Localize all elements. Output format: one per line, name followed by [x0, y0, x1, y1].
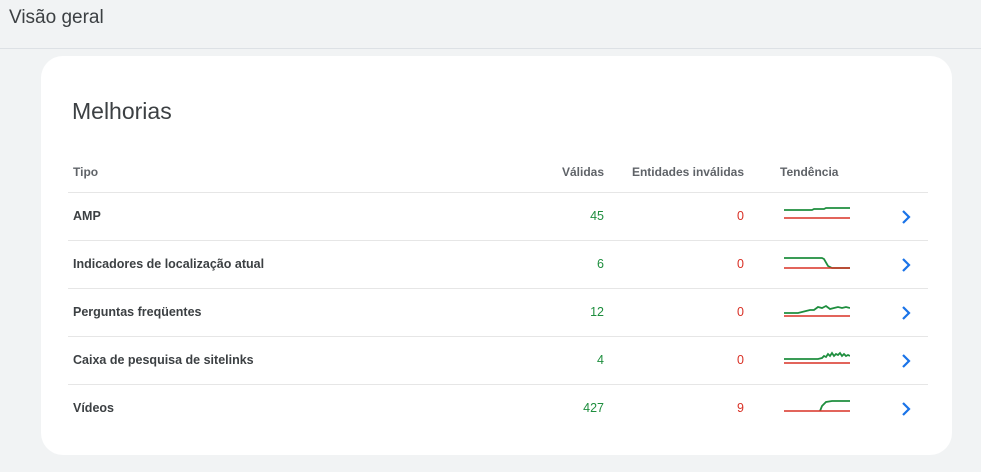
- chevron-right-icon[interactable]: [897, 207, 915, 227]
- enhancements-card: Melhorias Tipo Válidas Entidades inválid…: [41, 56, 952, 455]
- row-invalidas: 0: [737, 257, 744, 271]
- column-header-invalidas: Entidades inválidas: [631, 165, 744, 179]
- table-header: Tipo Válidas Entidades inválidas Tendênc…: [68, 150, 928, 193]
- row-tipo: Vídeos: [73, 401, 114, 415]
- row-validas: 427: [583, 401, 604, 415]
- column-header-validas: Válidas: [561, 165, 604, 179]
- chevron-right-icon[interactable]: [897, 351, 915, 371]
- card-title: Melhorias: [72, 98, 172, 124]
- row-tipo: AMP: [73, 209, 101, 223]
- trend-sparkline: [784, 207, 850, 219]
- row-invalidas: 9: [737, 401, 744, 415]
- row-validas: 45: [590, 209, 604, 223]
- row-validas: 12: [590, 305, 604, 319]
- table-row[interactable]: Indicadores de localização atual 6 0: [68, 241, 928, 289]
- row-invalidas: 0: [737, 305, 744, 319]
- column-header-tendencia: Tendência: [780, 165, 839, 179]
- chevron-right-icon[interactable]: [897, 399, 915, 419]
- row-tipo: Perguntas freqüentes: [73, 305, 202, 319]
- table-row[interactable]: Perguntas freqüentes 12 0: [68, 289, 928, 337]
- row-tipo: Indicadores de localização atual: [73, 257, 265, 271]
- trend-sparkline: [784, 257, 850, 269]
- table-row[interactable]: AMP 45 0: [68, 193, 928, 241]
- row-validas: 4: [597, 353, 604, 367]
- trend-sparkline: [784, 351, 850, 364]
- top-header: Visão geral: [0, 0, 981, 49]
- table-row[interactable]: Caixa de pesquisa de sitelinks 4 0: [68, 337, 928, 385]
- row-invalidas: 0: [737, 209, 744, 223]
- row-validas: 6: [597, 257, 604, 271]
- trend-sparkline: [784, 400, 850, 412]
- page-title: Visão geral: [9, 7, 104, 28]
- table-row[interactable]: Vídeos 427 9: [68, 385, 928, 433]
- trend-sparkline: [784, 304, 850, 317]
- chevron-right-icon[interactable]: [897, 255, 915, 275]
- row-tipo: Caixa de pesquisa de sitelinks: [73, 353, 254, 367]
- chevron-right-icon[interactable]: [897, 303, 915, 323]
- enhancements-table: Tipo Válidas Entidades inválidas Tendênc…: [68, 150, 928, 433]
- column-header-tipo: Tipo: [73, 165, 99, 179]
- row-invalidas: 0: [737, 353, 744, 367]
